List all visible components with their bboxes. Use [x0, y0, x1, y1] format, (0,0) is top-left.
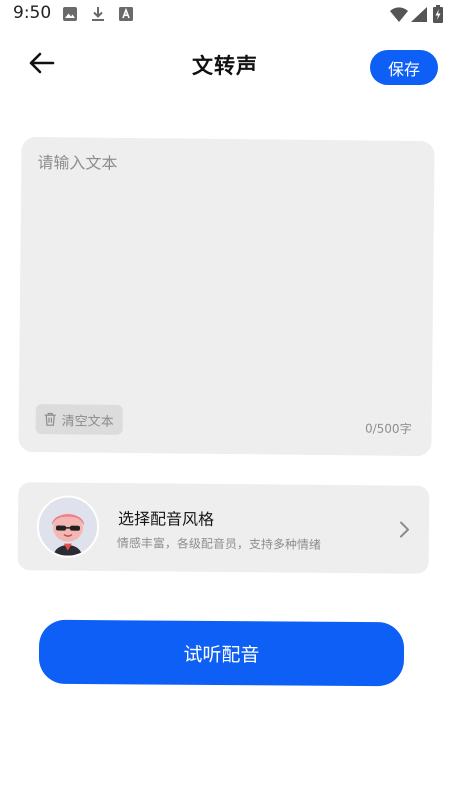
char-count: 0/500字: [364, 421, 412, 436]
image-icon: [62, 6, 78, 26]
arrow-left-icon: [29, 52, 55, 74]
text-entry-card: 清空文本 0/500字: [18, 136, 435, 457]
battery-charging-icon: [433, 5, 443, 27]
save-button[interactable]: 保存: [370, 50, 438, 85]
clear-text-button[interactable]: 清空文本: [35, 404, 123, 435]
download-icon: [90, 6, 106, 26]
back-button[interactable]: [26, 48, 62, 80]
text-input[interactable]: [34, 149, 418, 403]
clear-text-label: 清空文本: [61, 413, 114, 430]
chevron-right-icon: [398, 521, 410, 543]
voice-style-selector[interactable]: 选择配音风格 情感丰富，各级配音员，支持多种情绪: [17, 482, 430, 574]
status-time: 9:50: [13, 3, 52, 23]
trash-icon: [44, 412, 57, 426]
preview-voice-button[interactable]: 试听配音: [38, 619, 405, 687]
text-a-icon: [118, 6, 134, 26]
voice-style-subtitle: 情感丰富，各级配音员，支持多种情绪: [116, 536, 321, 552]
voice-style-title: 选择配音风格: [117, 509, 215, 529]
avatar: [36, 495, 100, 558]
wifi-icon: [390, 7, 408, 26]
status-bar: 9:50: [0, 0, 450, 30]
signal-icon: [411, 7, 427, 26]
